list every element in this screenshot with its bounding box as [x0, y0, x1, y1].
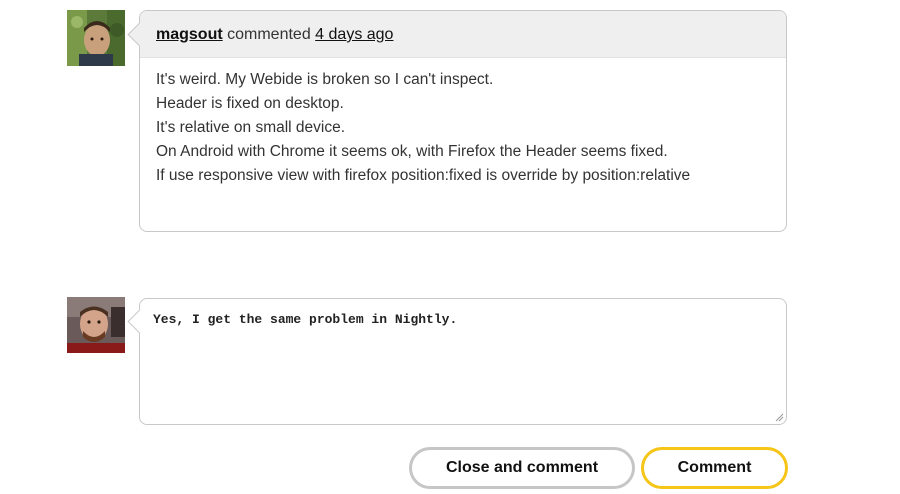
- comment-card: magsout commented 4 days ago It's weird.…: [127, 10, 787, 232]
- comment-author-link[interactable]: magsout: [156, 26, 223, 43]
- comment-time-link[interactable]: 4 days ago: [315, 26, 393, 43]
- comment-line: It's weird. My Webide is broken so I can…: [156, 71, 494, 88]
- commenter-avatar[interactable]: [67, 10, 125, 66]
- commenter-avatar-image: [67, 10, 125, 66]
- reply-textarea[interactable]: [140, 299, 786, 424]
- current-user-avatar[interactable]: [67, 297, 125, 353]
- current-user-avatar-image: [67, 297, 125, 353]
- reply-box: [127, 298, 787, 425]
- comment-line: Header is fixed on desktop.: [156, 95, 344, 112]
- resize-handle-icon[interactable]: [775, 413, 784, 422]
- comment-line: It's relative on small device.: [156, 119, 346, 136]
- comment-button[interactable]: Comment: [641, 447, 788, 489]
- comment-line: On Android with Chrome it seems ok, with…: [156, 143, 668, 160]
- close-and-comment-button[interactable]: Close and comment: [409, 447, 635, 489]
- comment-action: commented: [227, 26, 311, 43]
- comment-line: If use responsive view with firefox posi…: [156, 167, 691, 184]
- comment-body: It's weird. My Webide is broken so I can…: [140, 58, 786, 188]
- comment-header: magsout commented 4 days ago: [140, 11, 786, 58]
